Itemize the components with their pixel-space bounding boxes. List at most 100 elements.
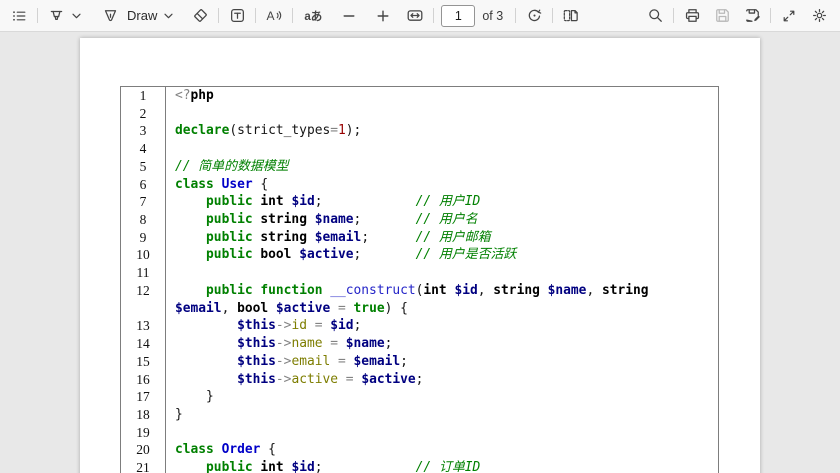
highlight-button[interactable]: [43, 3, 69, 29]
code-line: 13 $this->id = $id;: [121, 317, 718, 335]
line-code: [166, 105, 718, 123]
fit-width-icon: [406, 7, 424, 24]
line-code: class Order {: [166, 441, 718, 459]
settings-button[interactable]: [806, 3, 832, 29]
line-number: 14: [121, 335, 166, 353]
page-count-label: of 3: [482, 9, 503, 23]
line-number: [121, 300, 166, 318]
fullscreen-button[interactable]: [776, 3, 802, 29]
line-code: <?php: [166, 87, 718, 105]
code-line: 11: [121, 264, 718, 282]
highlight-options-button[interactable]: [69, 3, 83, 29]
line-number: 21: [121, 459, 166, 473]
page-view-button[interactable]: [558, 3, 584, 29]
page-number-input[interactable]: [441, 5, 475, 27]
pen-icon: [102, 7, 119, 24]
code-line: 20class Order {: [121, 441, 718, 459]
line-code: public string $email; // 用户邮箱: [166, 229, 718, 247]
code-line: $email, bool $active = true) {: [121, 300, 718, 318]
line-code: $this->id = $id;: [166, 317, 718, 335]
line-code: [166, 264, 718, 282]
toc-button[interactable]: [6, 3, 32, 29]
eraser-icon: [192, 7, 209, 24]
code-line: 1<?php: [121, 87, 718, 105]
code-line: 7 public int $id; // 用户ID: [121, 193, 718, 211]
code-lines: 1<?php23declare(strict_types=1);45// 简单的…: [121, 87, 718, 473]
fit-width-button[interactable]: [402, 3, 428, 29]
line-number: 5: [121, 158, 166, 176]
chevron-down-icon: [164, 13, 173, 19]
toolbar-divider: [255, 8, 256, 23]
line-code: }: [166, 388, 718, 406]
toolbar-divider: [218, 8, 219, 23]
code-line: 3declare(strict_types=1);: [121, 122, 718, 140]
code-line: 14 $this->name = $name;: [121, 335, 718, 353]
code-line: 5// 简单的数据模型: [121, 158, 718, 176]
code-table: 1<?php23declare(strict_types=1);45// 简单的…: [120, 86, 719, 473]
settings-icon: [811, 7, 828, 24]
line-code: [166, 140, 718, 158]
line-number: 4: [121, 140, 166, 158]
code-line: 10 public bool $active; // 用户是否活跃: [121, 246, 718, 264]
translate-button[interactable]: aあ: [298, 3, 328, 29]
line-code: public function __construct(int $id, str…: [166, 282, 718, 300]
zoom-in-icon: [375, 8, 391, 24]
page-view-icon: [562, 7, 580, 24]
line-number: 11: [121, 264, 166, 282]
line-number: 15: [121, 353, 166, 371]
rotate-icon: [526, 7, 543, 24]
toolbar-right-group: [642, 3, 832, 29]
save-as-button[interactable]: [739, 3, 765, 29]
code-line: 4: [121, 140, 718, 158]
rotate-button[interactable]: [521, 3, 547, 29]
pdf-page: 1<?php23declare(strict_types=1);45// 简单的…: [80, 38, 760, 473]
save-as-icon: [744, 7, 761, 24]
line-number: 6: [121, 176, 166, 194]
toolbar-divider: [673, 8, 674, 23]
line-code: // 简单的数据模型: [166, 158, 718, 176]
chevron-down-icon: [72, 13, 81, 19]
zoom-in-button[interactable]: [370, 3, 396, 29]
text-box-icon: [229, 7, 246, 24]
pdf-toolbar: Draw A aあ: [0, 0, 840, 32]
line-code: class User {: [166, 176, 718, 194]
toolbar-divider: [433, 8, 434, 23]
code-line: 19: [121, 424, 718, 442]
line-number: 2: [121, 105, 166, 123]
toolbar-divider: [292, 8, 293, 23]
erase-button[interactable]: [187, 3, 213, 29]
line-number: 9: [121, 229, 166, 247]
line-number: 19: [121, 424, 166, 442]
read-aloud-icon: A: [265, 7, 283, 24]
toc-icon: [11, 8, 27, 24]
line-number: 16: [121, 371, 166, 389]
toolbar-divider: [37, 8, 38, 23]
line-code: $this->name = $name;: [166, 335, 718, 353]
line-number: 12: [121, 282, 166, 300]
line-code: }: [166, 406, 718, 424]
code-line: 15 $this->email = $email;: [121, 353, 718, 371]
code-line: 17 }: [121, 388, 718, 406]
line-code: public string $name; // 用户名: [166, 211, 718, 229]
line-number: 18: [121, 406, 166, 424]
print-button[interactable]: [679, 3, 705, 29]
toolbar-divider: [552, 8, 553, 23]
line-number: 7: [121, 193, 166, 211]
add-text-button[interactable]: [224, 3, 250, 29]
print-icon: [684, 7, 701, 24]
draw-options-button[interactable]: [161, 3, 175, 29]
draw-button[interactable]: [97, 3, 123, 29]
read-aloud-button[interactable]: A: [261, 3, 287, 29]
code-line: 21 public int $id; // 订单ID: [121, 459, 718, 473]
code-line: 12 public function __construct(int $id, …: [121, 282, 718, 300]
line-number: 8: [121, 211, 166, 229]
line-number: 20: [121, 441, 166, 459]
line-code: declare(strict_types=1);: [166, 122, 718, 140]
fullscreen-icon: [781, 8, 797, 24]
line-code: public bool $active; // 用户是否活跃: [166, 246, 718, 264]
toolbar-divider: [770, 8, 771, 23]
search-button[interactable]: [642, 3, 668, 29]
pdf-viewer-canvas[interactable]: 1<?php23declare(strict_types=1);45// 简单的…: [0, 33, 840, 473]
save-button: [709, 3, 735, 29]
zoom-out-button[interactable]: [336, 3, 362, 29]
